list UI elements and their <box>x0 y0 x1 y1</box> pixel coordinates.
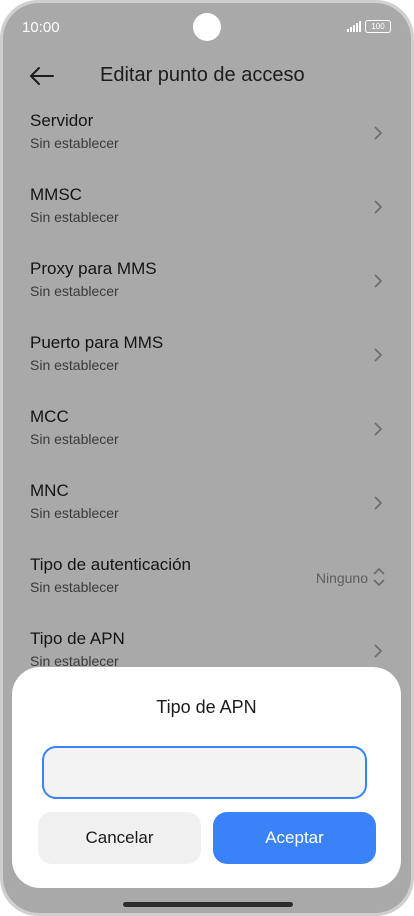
screen: 10:00 100 Editar punto de acceso Servido… <box>3 3 411 913</box>
list-item-subtitle: Sin establecer <box>30 283 119 299</box>
up-down-icon <box>373 567 385 587</box>
list-item-title: Proxy para MMS <box>30 259 157 278</box>
list-item-title: Tipo de APN <box>30 629 125 648</box>
back-button[interactable] <box>27 61 57 91</box>
status-icons: 100 <box>347 20 391 33</box>
chevron-right-icon <box>374 200 383 214</box>
apn-type-input[interactable] <box>42 746 367 799</box>
apn-type-dialog: Tipo de APN Cancelar Aceptar <box>12 667 401 888</box>
list-item-title: Servidor <box>30 111 94 130</box>
accept-button[interactable]: Aceptar <box>213 812 376 864</box>
signal-icon <box>347 21 361 32</box>
app-header: Editar punto de acceso <box>3 49 411 101</box>
list-item-servidor[interactable]: Servidor Sin establecer <box>3 101 411 175</box>
list-item-title: MMSC <box>30 185 82 204</box>
cancel-button[interactable]: Cancelar <box>38 812 201 864</box>
chevron-right-icon <box>374 348 383 362</box>
camera-cutout <box>193 13 221 41</box>
page-title: Editar punto de acceso <box>100 64 305 86</box>
list-item-title: Tipo de autenticación <box>30 555 191 574</box>
chevron-right-icon <box>374 126 383 140</box>
settings-list: Servidor Sin establecer MMSC Sin estable… <box>3 101 411 701</box>
list-item-mnc[interactable]: MNC Sin establecer <box>3 471 411 545</box>
phone-frame: 10:00 100 Editar punto de acceso Servido… <box>0 0 414 916</box>
arrow-left-icon <box>30 67 54 85</box>
list-item-subtitle: Sin establecer <box>30 209 119 225</box>
list-item-tipo-autenticacion[interactable]: Tipo de autenticación Sin establecer Nin… <box>3 545 411 619</box>
dialog-title: Tipo de APN <box>156 697 257 717</box>
list-item-subtitle: Sin establecer <box>30 357 119 373</box>
list-item-subtitle: Sin establecer <box>30 431 119 447</box>
chevron-right-icon <box>374 496 383 510</box>
home-indicator[interactable] <box>123 902 293 907</box>
list-item-subtitle: Sin establecer <box>30 579 119 595</box>
list-item-title: MCC <box>30 407 69 426</box>
list-item-subtitle: Sin establecer <box>30 135 119 151</box>
chevron-right-icon <box>374 644 383 658</box>
list-item-subtitle: Sin establecer <box>30 505 119 521</box>
auth-type-value: Ninguno <box>315 570 368 586</box>
chevron-right-icon <box>374 422 383 436</box>
list-item-mmsc[interactable]: MMSC Sin establecer <box>3 175 411 249</box>
list-item-mcc[interactable]: MCC Sin establecer <box>3 397 411 471</box>
list-item-title: Puerto para MMS <box>30 333 164 352</box>
battery-icon: 100 <box>365 20 391 33</box>
list-item-puerto-mms[interactable]: Puerto para MMS Sin establecer <box>3 323 411 397</box>
list-item-title: MNC <box>30 481 69 500</box>
status-time: 10:00 <box>22 19 60 36</box>
list-item-proxy-mms[interactable]: Proxy para MMS Sin establecer <box>3 249 411 323</box>
chevron-right-icon <box>374 274 383 288</box>
